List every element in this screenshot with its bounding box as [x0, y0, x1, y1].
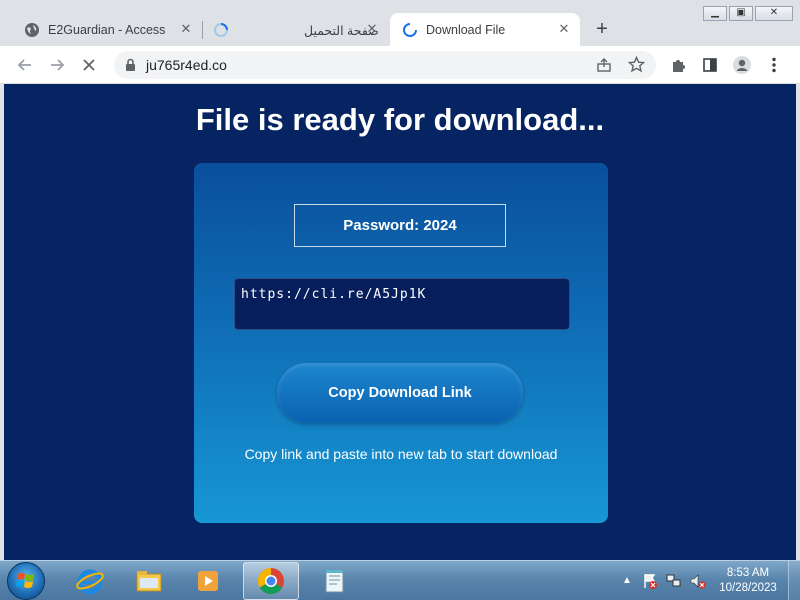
forward-icon[interactable]: [46, 54, 68, 76]
clock-date: 10/28/2023: [719, 582, 777, 594]
side-panel-icon[interactable]: [699, 54, 721, 76]
tab-strip: E2Guardian - Access Denied ✕ صفحة التحمي…: [0, 0, 800, 46]
close-tab-icon[interactable]: ✕: [364, 21, 380, 37]
chrome-icon[interactable]: [243, 562, 299, 600]
page-title: File is ready for download...: [195, 102, 605, 137]
instruction-text: Copy link and paste into new tab to star…: [244, 446, 558, 462]
start-button[interactable]: [7, 562, 45, 600]
copy-download-link-button[interactable]: Copy Download Link: [277, 363, 523, 423]
share-icon[interactable]: [596, 57, 612, 78]
maximize-button[interactable]: ▣: [729, 6, 753, 21]
password-text: Password: 2024: [343, 217, 457, 234]
profile-avatar-icon[interactable]: [731, 54, 753, 76]
download-card: Password: 2024 https://cli.re/A5Jp1K Cop…: [194, 163, 608, 523]
bookmark-star-icon[interactable]: [627, 55, 646, 78]
volume-muted-icon[interactable]: [690, 572, 706, 595]
close-tab-icon[interactable]: ✕: [178, 21, 194, 37]
show-hidden-icons-icon[interactable]: ▲: [622, 575, 632, 586]
download-link-field[interactable]: https://cli.re/A5Jp1K: [234, 278, 570, 330]
network-icon[interactable]: [666, 572, 682, 595]
tab-download-page-arabic[interactable]: صفحة التحميل ✕: [206, 13, 388, 46]
show-desktop-button[interactable]: [788, 561, 800, 600]
action-center-flag-icon[interactable]: [642, 572, 658, 595]
address-bar[interactable]: ju765r4ed.co: [114, 51, 656, 79]
close-window-button[interactable]: ✕: [755, 6, 793, 21]
notepad-icon[interactable]: [306, 562, 362, 600]
system-tray: ▲ 8:53 AM 10/28/2023: [616, 561, 800, 600]
taskbar: ▲ 8:53 AM 10/28/2023: [0, 560, 800, 600]
clock-time: 8:53 AM: [726, 567, 770, 579]
lock-icon: [125, 58, 136, 77]
new-tab-button[interactable]: +: [590, 18, 614, 42]
tab-title: E2Guardian - Access Denied: [48, 23, 168, 37]
minimize-button[interactable]: ▁: [703, 6, 727, 21]
media-player-icon[interactable]: [180, 562, 236, 600]
page-content: File is ready for download... Password: …: [4, 84, 796, 560]
internet-explorer-icon[interactable]: [62, 562, 118, 600]
back-icon[interactable]: [14, 54, 36, 76]
clock[interactable]: 8:53 AM 10/28/2023: [712, 566, 784, 596]
tab-download-file[interactable]: Download File ✕: [390, 13, 580, 46]
loading-spinner-icon: [213, 22, 229, 38]
tab-separator: [202, 21, 203, 39]
menu-kebab-icon[interactable]: [763, 54, 785, 76]
tab-e2guardian[interactable]: E2Guardian - Access Denied ✕: [14, 13, 202, 46]
globe-icon: [24, 22, 40, 38]
windows-logo-icon: [16, 573, 34, 588]
file-explorer-icon[interactable]: [121, 562, 177, 600]
extensions-puzzle-icon[interactable]: [668, 54, 690, 76]
loading-spinner-icon: [402, 22, 418, 38]
stop-loading-icon[interactable]: [78, 54, 100, 76]
browser-toolbar: ju765r4ed.co: [0, 46, 800, 84]
close-tab-icon[interactable]: ✕: [556, 21, 572, 37]
tab-title: Download File: [426, 23, 506, 37]
url-text: ju765r4ed.co: [146, 57, 227, 73]
password-box: Password: 2024: [294, 204, 506, 247]
